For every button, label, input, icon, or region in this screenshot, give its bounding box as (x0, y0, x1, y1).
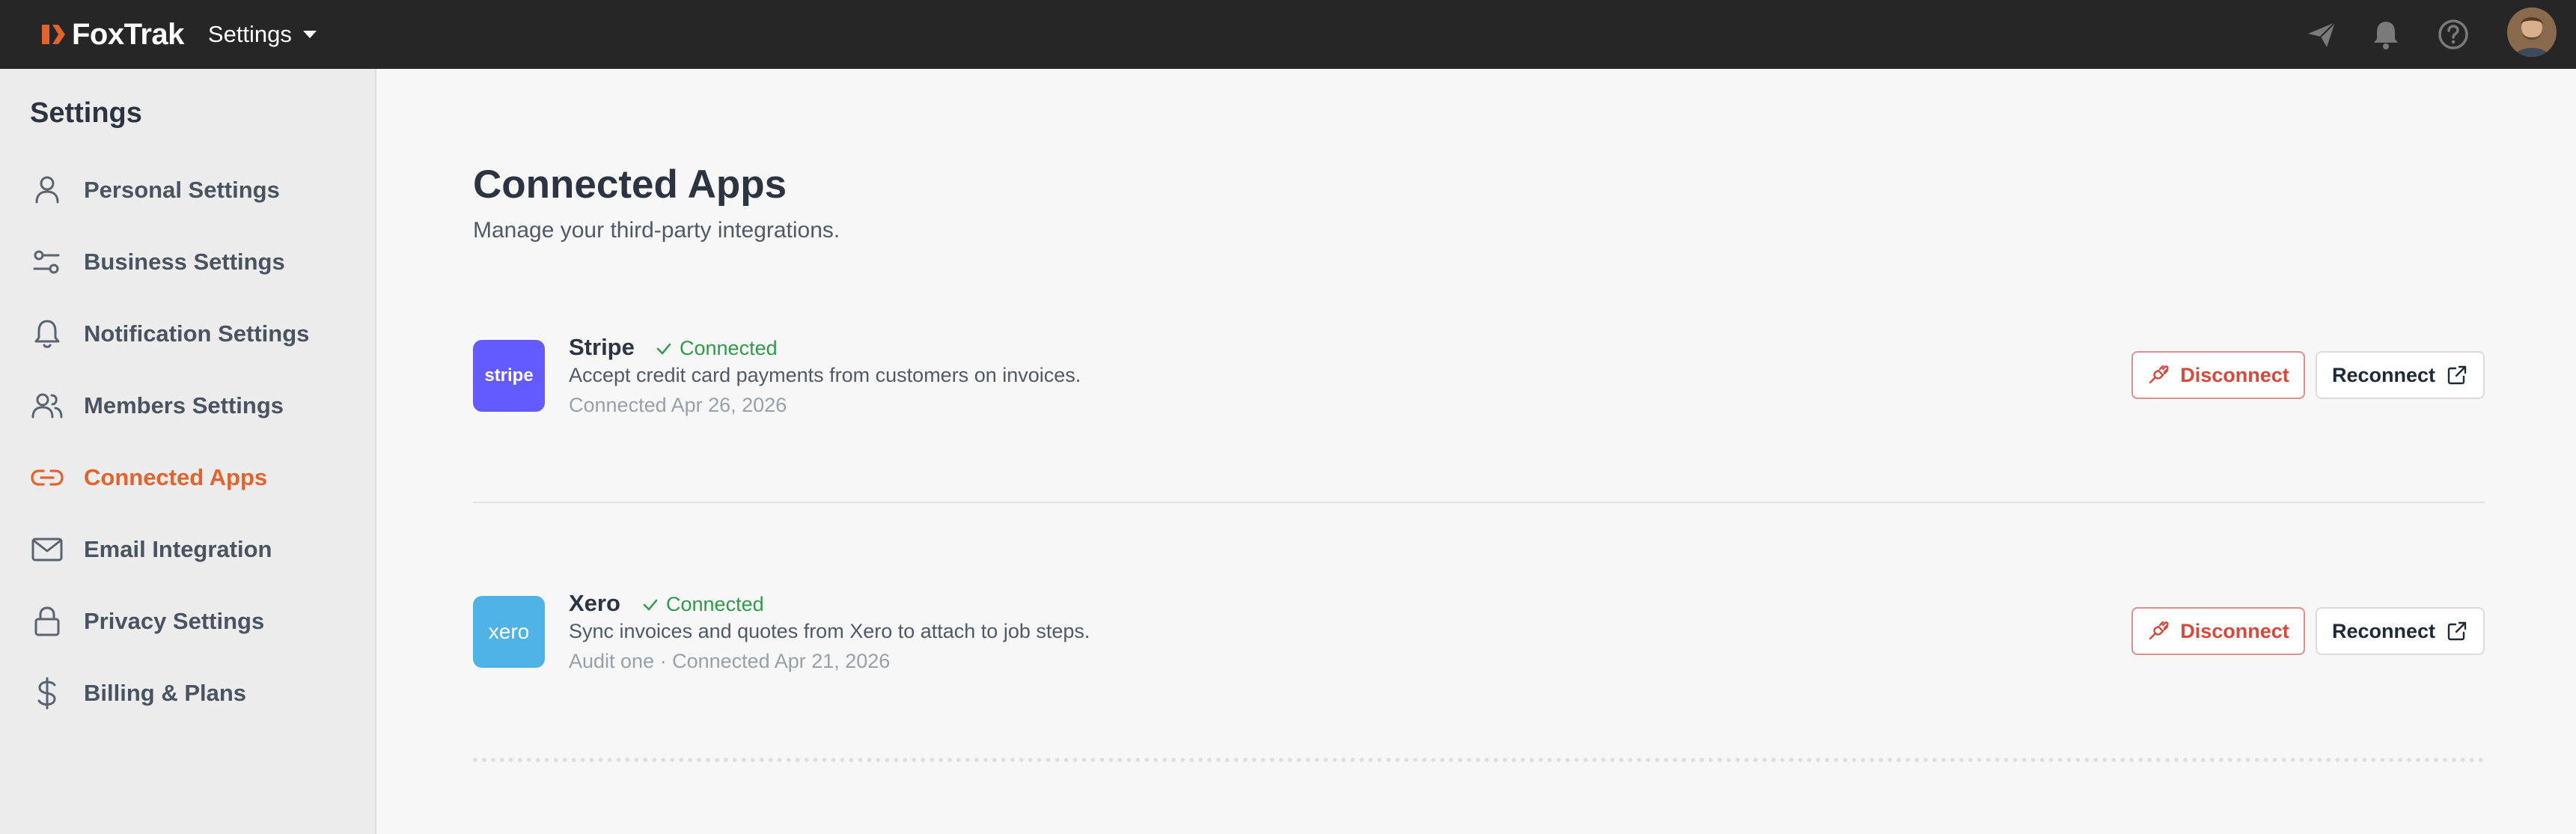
user-avatar[interactable] (2507, 7, 2557, 57)
sidebar-item-label: Members Settings (84, 392, 284, 418)
sidebar-item-privacy-settings[interactable]: Privacy Settings (28, 595, 358, 648)
sidebar-item-label: Business Settings (84, 249, 285, 275)
stripe-logo-text: stripe (484, 365, 534, 386)
sidebar-item-notification-settings[interactable]: Notification Settings (28, 308, 358, 360)
caret-down-icon (302, 31, 317, 38)
app-connected-date: Audit one · Connected Apr 21, 2026 (569, 650, 891, 672)
sidebar-title: Settings (30, 97, 142, 129)
app-connected-date: Connected Apr 26, 2026 (569, 394, 787, 416)
disconnect-button[interactable]: Disconnect (2131, 607, 2305, 655)
page-subtitle: Manage your third-party integrations. (473, 218, 840, 243)
brand-logo[interactable]: FoxTrak (40, 18, 184, 52)
reconnect-button[interactable]: Reconnect (2316, 351, 2485, 399)
disconnect-label: Disconnect (2180, 363, 2289, 386)
stripe-logo: stripe (473, 340, 545, 412)
lock-icon (34, 606, 60, 636)
bell-icon (34, 320, 60, 348)
reconnect-label: Reconnect (2331, 619, 2436, 642)
sidebar-item-connected-apps[interactable]: Connected Apps (28, 451, 358, 504)
status-text: Connected (680, 337, 778, 359)
disconnect-label: Disconnect (2180, 619, 2289, 642)
app-row-stripe: stripe Stripe Connected Accept credit ca… (473, 334, 2485, 430)
xero-logo-text: xero (488, 620, 530, 643)
users-icon (31, 393, 63, 418)
external-link-icon (2447, 365, 2467, 385)
sidebar-item-members-settings[interactable]: Members Settings (28, 380, 358, 432)
avatar-image (2507, 7, 2557, 57)
send-icon[interactable] (2305, 18, 2338, 51)
brand-name: FoxTrak (72, 17, 184, 51)
external-link-icon (2447, 621, 2467, 641)
sidebar-item-personal-settings[interactable]: Personal Settings (28, 164, 358, 216)
check-icon (643, 599, 658, 610)
status-badge: Connected (642, 593, 764, 616)
sidebar-item-label: Connected Apps (84, 464, 268, 490)
help-icon[interactable] (2437, 18, 2470, 51)
app-name: Xero (569, 590, 620, 616)
reconnect-button[interactable]: Reconnect (2316, 607, 2485, 655)
page-title: Connected Apps (473, 162, 787, 207)
sidebar-item-billing-plans[interactable]: Billing & Plans (28, 667, 358, 719)
sidebar-item-email-integration[interactable]: Email Integration (28, 523, 358, 576)
top-bar: FoxTrak Settings (0, 0, 2576, 69)
bell-icon[interactable] (2369, 18, 2402, 51)
app-description: Sync invoices and quotes from Xero to at… (569, 620, 1090, 642)
link-icon (31, 469, 64, 486)
user-icon (35, 176, 59, 204)
unplug-icon (2149, 621, 2169, 640)
row-divider (473, 502, 2485, 503)
sidebar-item-label: Email Integration (84, 536, 272, 562)
status-text: Connected (666, 593, 764, 615)
app-row-xero: xero Xero Connected Sync invoices and qu… (473, 590, 2485, 686)
app-description: Accept credit card payments from custome… (569, 364, 1081, 386)
context-label: Settings (207, 21, 292, 47)
xero-logo: xero (473, 596, 545, 668)
foxtrak-logo-icon (42, 25, 65, 44)
unplug-icon (2149, 365, 2169, 384)
sidebar-item-label: Privacy Settings (84, 608, 265, 634)
sidebar-item-label: Notification Settings (84, 320, 310, 347)
reconnect-label: Reconnect (2331, 363, 2436, 386)
loading-placeholder-divider (473, 758, 2485, 762)
dollar-icon (37, 677, 56, 710)
sidebar-item-label: Billing & Plans (84, 680, 247, 706)
app-name: Stripe (569, 334, 635, 360)
status-badge: Connected (656, 337, 778, 360)
settings-context-dropdown[interactable]: Settings (208, 21, 317, 48)
mail-icon (31, 538, 63, 561)
sliders-icon (33, 250, 60, 274)
check-icon (656, 343, 671, 354)
sidebar-item-business-settings[interactable]: Business Settings (28, 236, 358, 288)
disconnect-button[interactable]: Disconnect (2131, 351, 2305, 399)
sidebar-item-label: Personal Settings (84, 177, 280, 203)
settings-sidebar: Settings Personal Settings Business Sett… (0, 69, 376, 834)
